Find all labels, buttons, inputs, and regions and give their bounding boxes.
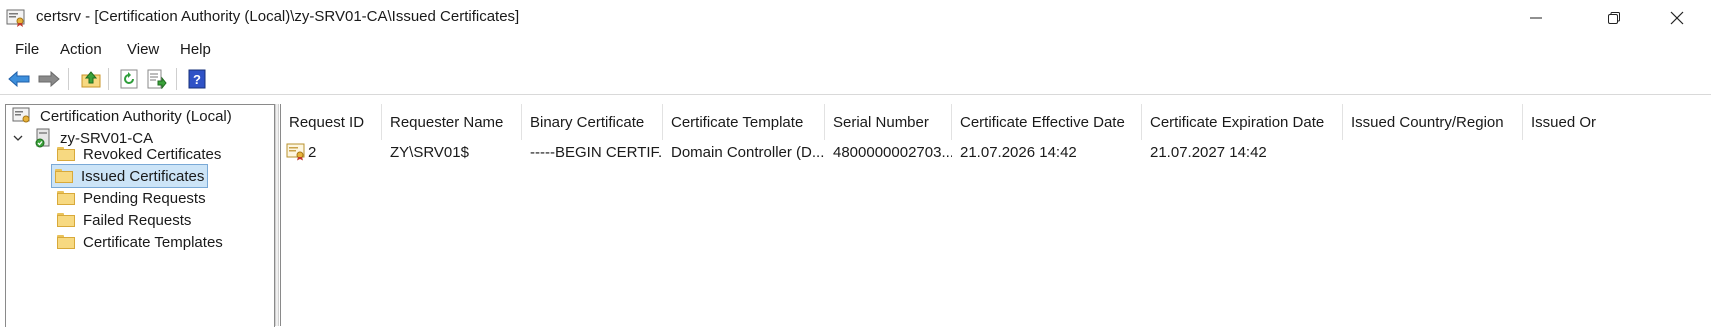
restore-icon: [1608, 12, 1620, 24]
issued-country-region-cell[interactable]: [1343, 140, 1523, 164]
tree-item-label: Revoked Certificates: [83, 145, 222, 163]
tree-item-pending-requests[interactable]: Pending Requests: [54, 187, 209, 209]
folder-icon: [55, 169, 73, 183]
close-icon: [1670, 11, 1684, 25]
minimize-icon: [1530, 17, 1542, 19]
column-header-serial-number[interactable]: Serial Number: [825, 104, 952, 140]
tree-item-failed-requests[interactable]: Failed Requests: [54, 209, 194, 231]
tree-item-issued-certificates[interactable]: Issued Certificates: [51, 164, 209, 188]
back-button[interactable]: [8, 68, 30, 90]
tree-item-revoked-certificates[interactable]: Revoked Certificates: [54, 143, 224, 165]
request-id-value: 2: [308, 143, 317, 161]
forward-arrow-icon: [38, 71, 60, 87]
expiration-date-cell[interactable]: 21.07.2027 14:42: [1142, 140, 1343, 164]
certification-authority-icon: [12, 107, 30, 123]
up-one-level-button[interactable]: [80, 68, 102, 90]
menu-view[interactable]: View: [127, 41, 159, 58]
column-header-issued-country-region[interactable]: Issued Country/Region: [1343, 104, 1523, 140]
up-folder-icon: [81, 71, 101, 88]
column-header-certificate-template[interactable]: Certificate Template: [663, 104, 825, 140]
requester-name-cell[interactable]: ZY\SRV01$: [382, 140, 522, 164]
serial-number-cell[interactable]: 4800000002703...: [825, 140, 952, 164]
column-header-issued-organization[interactable]: Issued Or: [1523, 104, 1711, 140]
effective-date-cell[interactable]: 21.07.2026 14:42: [952, 140, 1142, 164]
certificate-template-cell[interactable]: Domain Controller (D...: [663, 140, 825, 164]
pane-splitter[interactable]: [275, 104, 279, 326]
folder-icon: [57, 235, 75, 249]
minimize-button[interactable]: [1507, 0, 1565, 36]
help-button[interactable]: ?: [186, 68, 208, 90]
close-button[interactable]: [1648, 0, 1706, 36]
export-list-icon: [147, 69, 167, 89]
tree-item-label: Issued Certificates: [81, 167, 205, 185]
tree-item-label: Pending Requests: [83, 189, 206, 207]
forward-button[interactable]: [38, 68, 60, 90]
title-bar: certsrv - [Certification Authority (Loca…: [0, 0, 1711, 36]
column-header-expiration-date[interactable]: Certificate Expiration Date: [1142, 104, 1343, 140]
toolbar-separator: [68, 68, 69, 90]
binary-certificate-cell[interactable]: -----BEGIN CERTIF...: [522, 140, 663, 164]
folder-icon: [57, 191, 75, 205]
column-header-effective-date[interactable]: Certificate Effective Date: [952, 104, 1142, 140]
toolbar-separator: [176, 68, 177, 90]
certificate-list: Request ID Requester Name Binary Certifi…: [280, 104, 1711, 326]
help-icon: ?: [188, 69, 206, 89]
tree-root-label: Certification Authority (Local): [40, 107, 232, 125]
folder-icon: [57, 213, 75, 227]
chevron-down-icon[interactable]: [12, 132, 24, 144]
refresh-button[interactable]: [118, 68, 140, 90]
column-header-binary-certificate[interactable]: Binary Certificate: [522, 104, 663, 140]
restore-button[interactable]: [1585, 0, 1643, 36]
back-arrow-icon: [8, 71, 30, 87]
certificate-icon: [286, 143, 305, 161]
tree-item-certificate-templates[interactable]: Certificate Templates: [54, 231, 226, 253]
ca-server-icon: [35, 128, 50, 148]
export-list-button[interactable]: [146, 68, 168, 90]
tree-item-label: Failed Requests: [83, 211, 192, 229]
tree-root[interactable]: Certification Authority (Local): [12, 105, 232, 127]
window-title: certsrv - [Certification Authority (Loca…: [36, 8, 520, 25]
issued-organization-cell[interactable]: [1523, 140, 1711, 164]
tree-item-label: Certificate Templates: [83, 233, 223, 251]
menu-action[interactable]: Action: [60, 41, 102, 58]
console-tree: Certification Authority (Local) zy-SRV01…: [5, 104, 275, 327]
toolbar: ?: [0, 64, 1711, 95]
menu-file[interactable]: File: [15, 41, 39, 58]
column-header-request-id[interactable]: Request ID: [281, 104, 382, 140]
certsrv-app-icon: [6, 9, 25, 27]
toolbar-separator: [108, 68, 109, 90]
column-header-requester-name[interactable]: Requester Name: [382, 104, 522, 140]
menu-bar: File Action View Help: [0, 38, 1711, 62]
menu-help[interactable]: Help: [180, 41, 211, 58]
table-row-request-id[interactable]: 2: [281, 140, 382, 164]
refresh-icon: [120, 69, 138, 89]
svg-text:?: ?: [193, 72, 201, 87]
folder-icon: [57, 147, 75, 161]
